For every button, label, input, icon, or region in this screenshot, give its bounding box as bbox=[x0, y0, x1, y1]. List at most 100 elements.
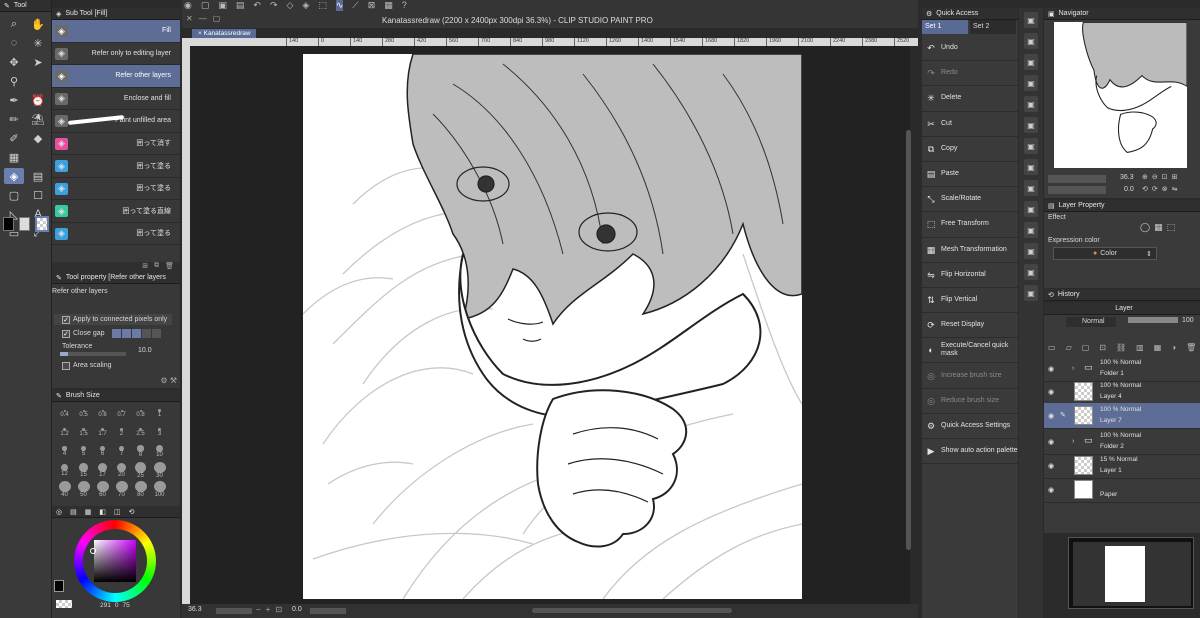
help-bar-icon[interactable]: ? bbox=[402, 0, 407, 11]
trash-icon[interactable]: 🗑 bbox=[165, 262, 174, 272]
main-color-swatch[interactable] bbox=[3, 217, 14, 231]
quick-access-item[interactable]: ⚙ Quick Access Settings bbox=[922, 414, 1018, 439]
close-gap-level-bar[interactable] bbox=[112, 329, 161, 338]
eye-icon[interactable]: ◉ bbox=[1048, 462, 1056, 470]
quick-access-item[interactable]: ▤ Paste bbox=[922, 162, 1018, 188]
area-scaling-row[interactable]: Area scaling bbox=[54, 360, 172, 371]
brush-size-option[interactable]: 0.6 bbox=[94, 405, 111, 422]
navigator-preview[interactable] bbox=[1054, 22, 1187, 168]
eraser-tool-icon[interactable]: ◆ bbox=[28, 130, 48, 146]
layer-row[interactable]: ◉ Paper bbox=[1044, 477, 1200, 503]
tab-close-icon[interactable]: × bbox=[198, 30, 202, 37]
quick-access-item[interactable]: ◐ Execute/Cancel quick mask bbox=[922, 338, 1018, 364]
apply-connected-checkbox[interactable]: ✓ bbox=[62, 315, 70, 324]
new-raster-layer-icon[interactable]: ▭ bbox=[1048, 343, 1056, 352]
stabilizer-bar-icon[interactable]: ∿ bbox=[335, 0, 344, 11]
magic-wand-tool-icon[interactable]: ✳ bbox=[28, 35, 48, 51]
close-window-icon[interactable]: ✕ bbox=[186, 14, 193, 23]
new-folder-icon[interactable]: ▢ bbox=[1082, 343, 1090, 352]
apply-connected-row[interactable]: ✓ Apply to connected pixels only bbox=[54, 314, 172, 325]
sub-tool-item[interactable]: ◈ 囲って消す bbox=[52, 133, 180, 155]
navigator-zoom-slider[interactable] bbox=[1048, 175, 1106, 183]
brush-size-option[interactable]: 6 bbox=[94, 443, 111, 460]
tool-property-icon[interactable]: ▣ bbox=[1024, 75, 1038, 91]
frame-tool-icon[interactable]: ▢ bbox=[4, 187, 24, 203]
history-tab-icon[interactable]: ⟲ bbox=[129, 508, 135, 516]
open-file-icon[interactable]: ▣ bbox=[218, 0, 227, 11]
clip-icon[interactable]: ⊡ bbox=[1099, 343, 1106, 352]
brush-size-option[interactable]: 5 bbox=[75, 443, 92, 460]
flip-icon[interactable]: ⇋ bbox=[1172, 185, 1178, 193]
brush-size-option[interactable]: 10 bbox=[151, 443, 168, 460]
sub-tool-icon[interactable]: ▣ bbox=[1024, 54, 1038, 70]
zoom-out-icon[interactable]: − bbox=[256, 605, 261, 614]
transparent-color-swatch[interactable] bbox=[35, 216, 49, 232]
expression-color-select[interactable]: ● Color ⇕ bbox=[1053, 247, 1157, 260]
reset-rotate-icon[interactable]: ⊗ bbox=[1162, 185, 1168, 193]
quick-access-item[interactable]: ⇋ Flip Horizontal bbox=[922, 263, 1018, 288]
eye-icon[interactable]: ◉ bbox=[1048, 365, 1056, 373]
new-subtool-icon[interactable]: ⊞ bbox=[142, 262, 148, 272]
copy-subtool-icon[interactable]: ⧉ bbox=[154, 262, 159, 272]
wrench-settings-icon[interactable]: ⚙ bbox=[160, 376, 167, 385]
horizontal-scrollbar[interactable] bbox=[532, 608, 732, 613]
tool-menu-icon[interactable]: ⚒ bbox=[170, 376, 177, 385]
zoom-slider[interactable] bbox=[216, 608, 252, 614]
layer-row[interactable]: ◉ ▭ › 100 % Normal Folder 2 bbox=[1044, 429, 1200, 455]
sub-color-swatch[interactable] bbox=[19, 217, 30, 231]
navigator-zoom-value[interactable]: 36.3 bbox=[1120, 174, 1134, 181]
animation-icon[interactable]: ▣ bbox=[1024, 180, 1038, 196]
airbrush-tool-icon[interactable]: ✐ bbox=[4, 130, 24, 146]
brush-size-option[interactable]: 0.5 bbox=[75, 405, 92, 422]
brush-size-option[interactable]: 0.7 bbox=[113, 405, 130, 422]
timeline-icon[interactable]: ▣ bbox=[1024, 243, 1038, 259]
quick-access-item[interactable]: ✂ Cut bbox=[922, 112, 1018, 137]
zoom-field[interactable]: 36.3 bbox=[188, 606, 202, 613]
color-slider-tab-icon[interactable]: ▤ bbox=[70, 508, 77, 516]
layer-row[interactable]: ◉ 100 % Normal Layer 4 bbox=[1044, 379, 1200, 405]
tone-effect-icon[interactable]: ▦ bbox=[1154, 222, 1163, 233]
brush-size-option[interactable]: 12 bbox=[56, 462, 73, 479]
brush-size-option[interactable]: 70 bbox=[113, 481, 130, 498]
rotation-slider[interactable] bbox=[310, 608, 346, 614]
grid-bar-icon[interactable]: ▦ bbox=[384, 0, 393, 11]
quick-access-item[interactable]: ◎ Increase brush size bbox=[922, 363, 1018, 389]
layer-search-icon[interactable]: ▣ bbox=[1024, 159, 1038, 175]
brush-size-option[interactable]: 50 bbox=[75, 481, 92, 498]
camera-icon[interactable]: ▣ bbox=[1024, 264, 1038, 280]
brush-size-option[interactable]: 4 bbox=[56, 443, 73, 460]
fit-window-icon[interactable]: ⊡ bbox=[1162, 173, 1168, 181]
brush-size-option[interactable]: 25 bbox=[132, 462, 149, 479]
material-icon[interactable]: ▣ bbox=[1024, 138, 1038, 154]
snap-bar-icon[interactable]: ⟋ bbox=[352, 0, 358, 11]
brush-size-option[interactable]: 0.4 bbox=[56, 405, 73, 422]
zoom-in-icon[interactable]: + bbox=[266, 605, 271, 614]
intermediate-tab-icon[interactable]: ◧ bbox=[99, 508, 106, 516]
draft-icon[interactable]: ▥ bbox=[1136, 343, 1144, 352]
document-tab[interactable]: × Kanatassredraw bbox=[192, 29, 256, 38]
brush-size-option[interactable]: 3 bbox=[151, 424, 168, 441]
brush-size-option[interactable]: 20 bbox=[113, 462, 130, 479]
quick-access-item[interactable]: ⟳ Reset Display bbox=[922, 313, 1018, 339]
layer-color-icon[interactable]: ⬚ bbox=[1167, 222, 1176, 233]
brush-size-option[interactable]: 0.8 bbox=[132, 405, 149, 422]
zoom-tool-icon[interactable]: ⌕ bbox=[4, 16, 24, 32]
hand-tool-icon[interactable]: ✋ bbox=[28, 16, 48, 32]
tab-set-2[interactable]: Set 2 bbox=[970, 20, 1016, 34]
saturation-value-square[interactable] bbox=[94, 540, 136, 582]
sub-tool-item[interactable]: ◈ Paint unfilled area bbox=[52, 110, 180, 133]
trash-icon[interactable]: 🗑 bbox=[1186, 343, 1196, 352]
color-set-icon[interactable]: ▣ bbox=[1024, 117, 1038, 133]
vertical-scrollbar[interactable] bbox=[906, 130, 911, 550]
tab-set-1[interactable]: Set 1 bbox=[922, 20, 968, 34]
item-bank-icon[interactable]: ▣ bbox=[1024, 201, 1038, 217]
erase-bar-icon[interactable]: ◇ bbox=[287, 0, 294, 11]
brush-size-option[interactable]: 8 bbox=[132, 443, 149, 460]
brush-size-option[interactable]: 17 bbox=[94, 462, 111, 479]
quick-access-item[interactable]: ⤡ Scale/Rotate bbox=[922, 187, 1018, 213]
rotate-right-icon[interactable]: ⟳ bbox=[1152, 185, 1158, 193]
brush-size-option[interactable]: 7 bbox=[113, 443, 130, 460]
zoom-out-icon[interactable]: ⊖ bbox=[1152, 173, 1158, 181]
brush-size-option[interactable]: 80 bbox=[132, 481, 149, 498]
sub-tool-item[interactable]: ◈ Enclose and fill bbox=[52, 88, 180, 110]
